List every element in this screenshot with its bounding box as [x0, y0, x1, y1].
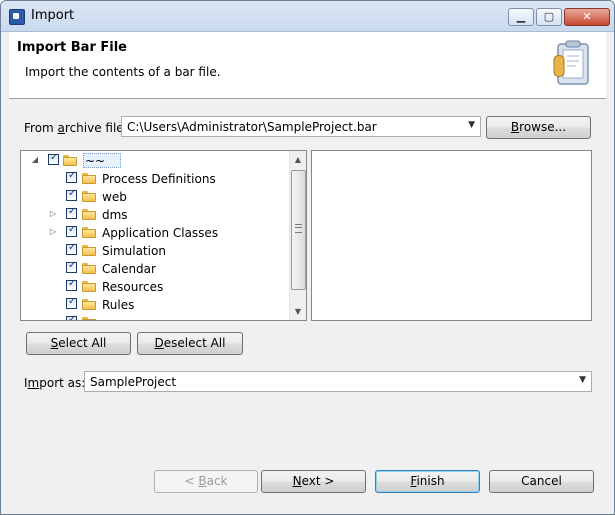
finish-button[interactable]: Finish — [375, 470, 480, 493]
checkbox-checked-icon[interactable] — [66, 314, 77, 320]
tree-item-process-definitions[interactable]: Process Definitions — [21, 170, 289, 188]
tree-item-label: dms — [102, 208, 128, 222]
scroll-down-icon[interactable]: ▼ — [290, 303, 306, 320]
tree-item-label: Resources — [102, 280, 164, 294]
tree-root-label: ~~ — [85, 154, 106, 168]
folder-icon — [82, 281, 96, 292]
maximize-icon: ▢ — [543, 10, 555, 23]
minimize-icon: ▁ — [516, 10, 526, 23]
checkbox-checked-icon[interactable] — [66, 188, 77, 201]
folder-icon — [82, 317, 96, 320]
page-title: Import Bar File — [17, 40, 127, 55]
folder-open-icon — [63, 155, 77, 166]
tree-item-label: Rules — [102, 298, 135, 312]
title-bar[interactable]: Import ▁ ▢ ✕ — [1, 1, 614, 32]
checkbox-checked-icon[interactable] — [48, 152, 59, 165]
import-as-label: Import as: — [24, 376, 86, 390]
archive-file-value: C:\Users\Administrator\SampleProject.bar — [127, 120, 377, 134]
tree-item-partial[interactable] — [21, 314, 289, 320]
import-dialog: Import ▁ ▢ ✕ Import Bar File Import the … — [0, 0, 615, 515]
scroll-thumb[interactable] — [291, 170, 306, 290]
dropdown-arrow-icon: ▼ — [579, 375, 586, 385]
tree-item-label: Process Definitions — [102, 172, 216, 186]
archive-file-label: From archive file: — [24, 121, 128, 135]
checkbox-checked-icon[interactable] — [66, 278, 77, 291]
window-title: Import — [31, 8, 75, 23]
folder-icon — [82, 299, 96, 310]
browse-button[interactable]: Browse... — [486, 116, 591, 139]
import-app-icon — [9, 9, 25, 25]
folder-icon — [82, 245, 96, 256]
minimize-button[interactable]: ▁ — [508, 8, 534, 26]
wizard-header: Import Bar File Import the contents of a… — [9, 32, 606, 99]
detail-panel — [311, 150, 592, 321]
scroll-up-icon[interactable]: ▲ — [290, 151, 306, 168]
tree-item-rules[interactable]: Rules — [21, 296, 289, 314]
archive-file-combo[interactable]: C:\Users\Administrator\SampleProject.bar… — [121, 116, 481, 137]
content-tree[interactable]: ◢ ~~ Process Definitions web ▷ dms ▷ App — [20, 150, 307, 321]
close-icon: ✕ — [582, 10, 592, 23]
checkbox-checked-icon[interactable] — [66, 242, 77, 255]
dropdown-arrow-icon: ▼ — [468, 120, 475, 130]
tree-item-web[interactable]: web — [21, 188, 289, 206]
archive-clipboard-icon — [553, 40, 589, 85]
page-description: Import the contents of a bar file. — [25, 65, 221, 79]
tree-scrollbar[interactable]: ▲ ▼ — [289, 151, 306, 320]
tree-item-label: Application Classes — [102, 226, 219, 240]
select-all-button[interactable]: Select All — [26, 332, 131, 355]
expand-icon[interactable]: ▷ — [48, 209, 58, 219]
checkbox-checked-icon[interactable] — [66, 260, 77, 273]
checkbox-checked-icon[interactable] — [66, 170, 77, 183]
import-as-combo[interactable]: SampleProject ▼ — [84, 371, 592, 392]
back-button[interactable]: < Back — [154, 470, 258, 493]
tree-item-label: Simulation — [102, 244, 166, 258]
import-as-value: SampleProject — [90, 375, 177, 389]
folder-icon — [82, 191, 96, 202]
cancel-button[interactable]: Cancel — [489, 470, 594, 493]
tree-item-label: Calendar — [102, 262, 156, 276]
folder-icon — [82, 263, 96, 274]
folder-icon — [82, 173, 96, 184]
folder-icon — [82, 209, 96, 220]
collapse-icon[interactable]: ◢ — [30, 155, 40, 165]
tree-item-calendar[interactable]: Calendar — [21, 260, 289, 278]
deselect-all-button[interactable]: Deselect All — [137, 332, 243, 355]
tree-item-resources[interactable]: Resources — [21, 278, 289, 296]
tree-item-label: web — [102, 190, 127, 204]
maximize-button[interactable]: ▢ — [536, 8, 562, 26]
tree-item-dms[interactable]: ▷ dms — [21, 206, 289, 224]
checkbox-checked-icon[interactable] — [66, 206, 77, 219]
tree-item-simulation[interactable]: Simulation — [21, 242, 289, 260]
grip-icon — [295, 224, 302, 233]
next-button[interactable]: Next > — [261, 470, 366, 493]
checkbox-checked-icon[interactable] — [66, 224, 77, 237]
folder-icon — [82, 227, 96, 238]
checkbox-checked-icon[interactable] — [66, 296, 77, 309]
tree-row-root[interactable]: ◢ ~~ — [21, 152, 289, 170]
close-button[interactable]: ✕ — [564, 8, 610, 26]
tree-item-application-classes[interactable]: ▷ Application Classes — [21, 224, 289, 242]
expand-icon[interactable]: ▷ — [48, 227, 58, 237]
